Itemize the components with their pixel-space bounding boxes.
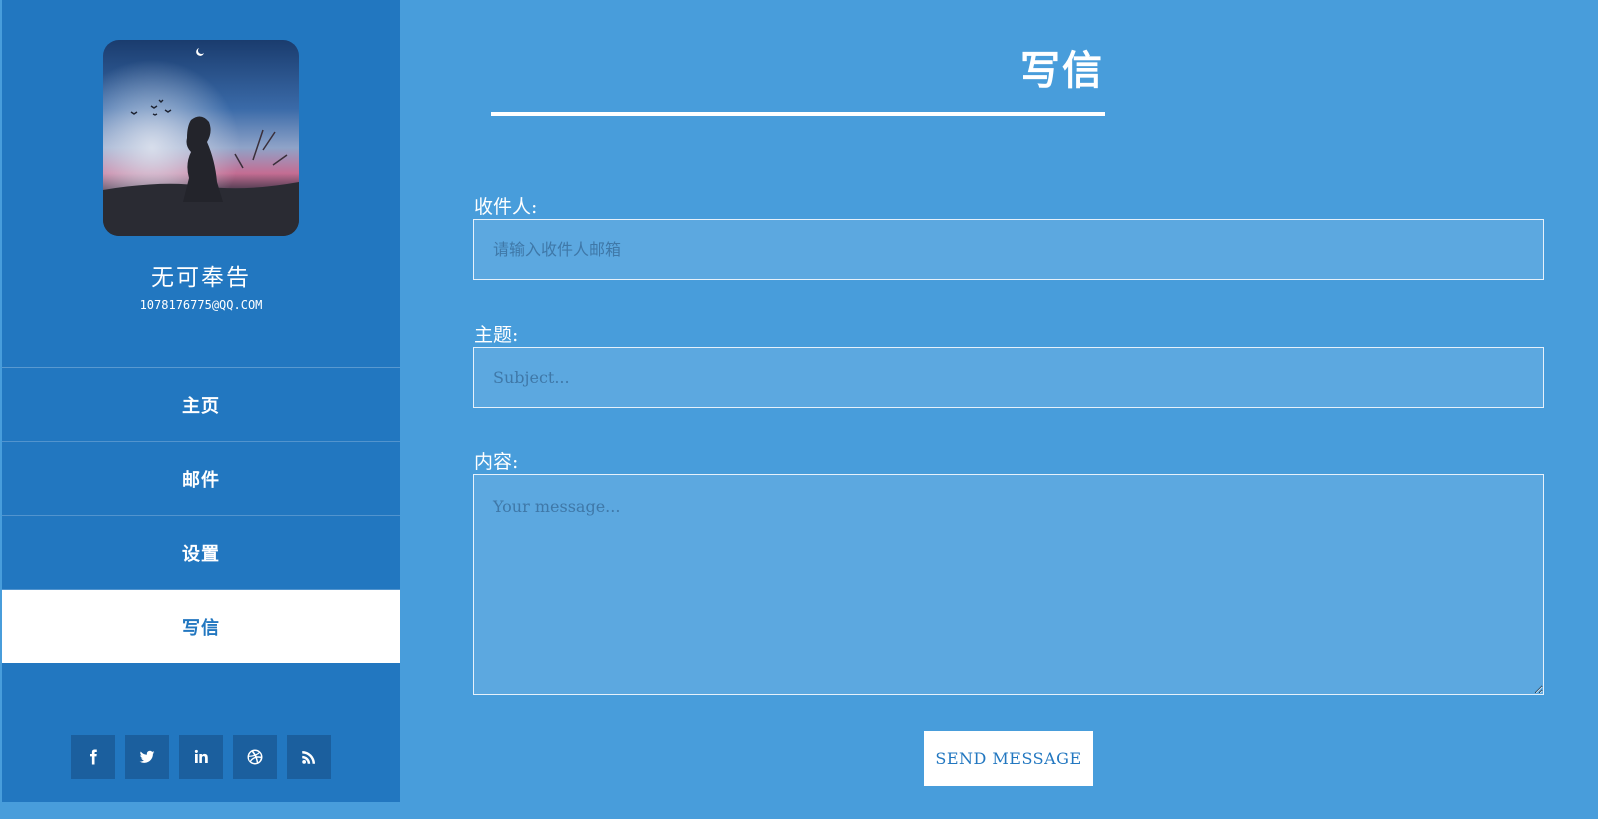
sidebar-item-home[interactable]: 主页	[2, 368, 400, 442]
rss-icon	[302, 751, 315, 764]
avatar[interactable]	[103, 40, 299, 236]
sidebar-item-compose[interactable]: 写信	[2, 590, 400, 663]
dribbble-button[interactable]	[233, 735, 277, 779]
facebook-button[interactable]	[71, 735, 115, 779]
facebook-icon	[90, 749, 97, 765]
sidebar-item-label: 写信	[182, 617, 220, 639]
linkedin-icon	[194, 749, 208, 763]
profile-email: 1078176775@QQ.COM	[139, 298, 263, 312]
recipient-label: 收件人:	[474, 196, 538, 218]
sidebar: 无可奉告 1078176775@QQ.COM 主页 邮件 设置 写信	[2, 0, 400, 802]
sidebar-item-label: 设置	[182, 543, 220, 565]
sidebar-item-label: 主页	[182, 395, 220, 417]
dribbble-icon	[247, 749, 263, 765]
linkedin-button[interactable]	[179, 735, 223, 779]
bottom-edge	[0, 802, 1598, 819]
rss-button[interactable]	[287, 735, 331, 779]
send-message-button[interactable]: SEND MESSAGE	[924, 731, 1093, 786]
subject-label: 主题:	[474, 324, 519, 346]
sidebar-item-label: 邮件	[182, 469, 220, 491]
message-textarea[interactable]	[473, 474, 1544, 695]
twitter-icon	[139, 750, 155, 763]
subject-input[interactable]	[473, 347, 1544, 408]
twitter-button[interactable]	[125, 735, 169, 779]
sidebar-item-mail[interactable]: 邮件	[2, 442, 400, 516]
profile-name: 无可奉告	[151, 265, 251, 291]
avatar-image	[103, 40, 299, 236]
title-divider	[491, 112, 1105, 116]
sidebar-item-settings[interactable]: 设置	[2, 516, 400, 590]
app-window: 无可奉告 1078176775@QQ.COM 主页 邮件 设置 写信 写信 收件…	[0, 0, 1598, 819]
content-label: 内容:	[474, 451, 519, 473]
recipient-input[interactable]	[473, 219, 1544, 280]
sidebar-nav: 主页 邮件 设置 写信	[2, 367, 400, 663]
page-title: 写信	[1020, 47, 1104, 94]
social-links	[71, 735, 331, 779]
